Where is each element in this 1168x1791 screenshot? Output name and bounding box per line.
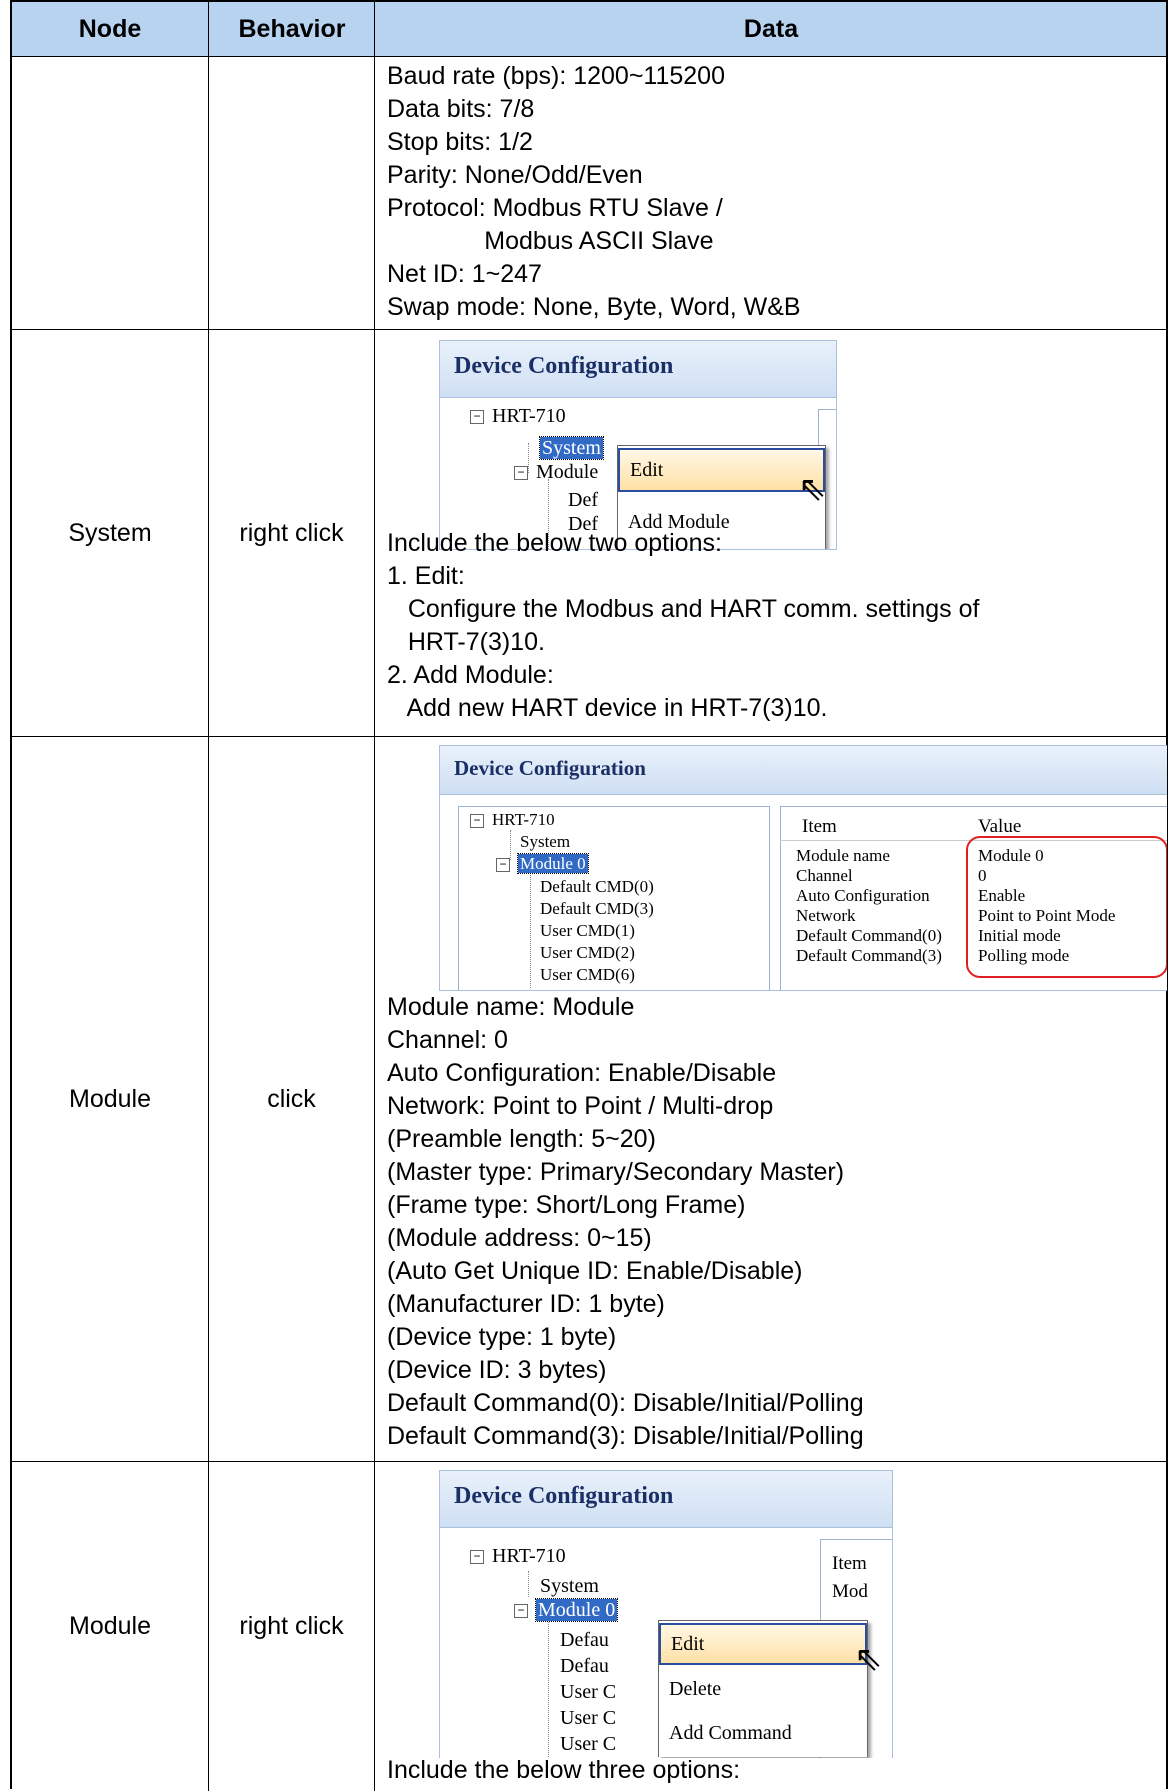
- tree-child[interactable]: User C: [560, 1733, 616, 1756]
- tree-child[interactable]: Default CMD(0): [540, 877, 654, 897]
- row3-line: (Manufacturer ID: 1 byte): [387, 1290, 665, 1318]
- header-data: Data: [743, 14, 799, 43]
- row3-line: (Auto Get Unique ID: Enable/Disable): [387, 1257, 803, 1285]
- row4-node: Module: [69, 1612, 151, 1640]
- row2-line: Include the below two options:: [387, 529, 722, 557]
- row1-line: Net ID: 1~247: [387, 260, 542, 288]
- module-properties-screenshot: Device Configuration − HRT-710 System − Mo…: [439, 745, 1167, 991]
- col-item-header: Item: [832, 1553, 867, 1574]
- row3-line: Network: Point to Point / Multi-drop: [387, 1092, 774, 1120]
- row1-line: Stop bits: 1/2: [387, 128, 533, 156]
- row4-data: Include the below three options:: [387, 1754, 740, 1787]
- row2-behavior: right click: [239, 518, 344, 547]
- prop-item: Mod: [832, 1581, 868, 1602]
- row2-line: 2. Add Module:: [387, 661, 554, 689]
- tree-child[interactable]: Def: [568, 489, 598, 512]
- row3-line: Channel: 0: [387, 1026, 508, 1054]
- menu-add-command[interactable]: Add Command: [659, 1713, 867, 1753]
- tree-child[interactable]: User C: [560, 1707, 616, 1730]
- tree-system[interactable]: System: [540, 1575, 599, 1598]
- collapse-icon[interactable]: −: [470, 1550, 484, 1565]
- tree-root[interactable]: − HRT-710: [470, 405, 566, 428]
- tree-root[interactable]: − HRT-710: [470, 810, 555, 830]
- row1-line: Data bits: 7/8: [387, 95, 535, 123]
- prop-item: Default Command(3): [796, 946, 942, 965]
- prop-item: Auto Configuration: [796, 886, 930, 905]
- table-header: Node Behavior Data: [12, 2, 1166, 56]
- col-value-header: Value: [978, 816, 1022, 837]
- collapse-icon[interactable]: −: [470, 814, 484, 829]
- prop-item: Network: [796, 906, 856, 925]
- mouse-cursor-icon: ⇖: [854, 1639, 883, 1679]
- row3-behavior: click: [267, 1084, 316, 1113]
- tree-child[interactable]: Defau: [560, 1655, 609, 1678]
- row1-data: Baud rate (bps): 1200~115200 Data bits: …: [387, 60, 801, 324]
- mouse-cursor-icon: ⇖: [798, 469, 827, 509]
- row4-line: Include the below three options:: [387, 1756, 741, 1784]
- tree-root[interactable]: − HRT-710: [470, 1545, 566, 1568]
- collapse-icon[interactable]: −: [470, 410, 484, 425]
- tree-child[interactable]: User CMD(6): [540, 965, 635, 985]
- tree-child[interactable]: Defau: [560, 1629, 609, 1652]
- row2-line: HRT-7(3)10.: [387, 628, 545, 656]
- row3-line: (Master type: Primary/Secondary Master): [387, 1158, 845, 1186]
- tree-child[interactable]: User CMD(2): [540, 943, 635, 963]
- device-tree: − HRT-710 System − Module 0 Default CMD(0)…: [440, 746, 770, 990]
- menu-edit[interactable]: Edit: [659, 1623, 867, 1665]
- row1-line: Modbus ASCII Slave: [387, 227, 714, 255]
- system-context-screenshot: Device Configuration − HRT-710 System − Mo…: [439, 340, 837, 550]
- tree-child[interactable]: User C: [560, 1681, 616, 1704]
- tree-child[interactable]: User CMD(1): [540, 921, 635, 941]
- row1-line: Baud rate (bps): 1200~115200: [387, 62, 725, 90]
- row4-behavior: right click: [239, 1612, 344, 1640]
- tree-child[interactable]: Default CMD(3): [540, 899, 654, 919]
- row3-line: (Preamble length: 5~20): [387, 1125, 656, 1153]
- row3-data: Module name: Module Channel: 0 Auto Conf…: [387, 991, 864, 1453]
- prop-item: Channel: [796, 866, 853, 885]
- row2-line: Add new HART device in HRT-7(3)10.: [387, 694, 828, 722]
- module-context-screenshot: Device Configuration Item Mod − HRT-710 S…: [439, 1470, 893, 1758]
- row2-line: Configure the Modbus and HART comm. sett…: [387, 595, 980, 623]
- collapse-icon[interactable]: −: [514, 466, 528, 481]
- context-menu: Edit Delete Add Command: [658, 1620, 868, 1757]
- row1-line: Swap mode: None, Byte, Word, W&B: [387, 293, 801, 321]
- tree-system[interactable]: System: [520, 832, 570, 852]
- row3-line: (Frame type: Short/Long Frame): [387, 1191, 746, 1219]
- collapse-icon[interactable]: −: [496, 858, 510, 873]
- header-behavior: Behavior: [238, 14, 346, 43]
- tree-module[interactable]: − Module 0: [514, 1598, 619, 1622]
- row3-line: (Device type: 1 byte): [387, 1323, 617, 1351]
- tree-module[interactable]: − Module 0: [496, 853, 589, 874]
- prop-item: Default Command(0): [796, 926, 942, 945]
- row2-line: 1. Edit:: [387, 562, 465, 590]
- header-node: Node: [78, 14, 142, 43]
- row3-line: Module name: Module: [387, 993, 635, 1021]
- row3-line: (Device ID: 3 bytes): [387, 1356, 607, 1384]
- row3-line: (Module address: 0~15): [387, 1224, 652, 1252]
- row2-node: System: [68, 518, 152, 547]
- menu-delete[interactable]: Delete: [659, 1669, 867, 1709]
- collapse-icon[interactable]: −: [514, 1604, 528, 1619]
- menu-edit[interactable]: Edit: [618, 448, 825, 492]
- config-table: Node Behavior Data Baud rate (bps): 1200…: [10, 0, 1168, 1791]
- row3-node: Module: [69, 1084, 151, 1113]
- row3-line: Auto Configuration: Enable/Disable: [387, 1059, 777, 1087]
- row1-line: Parity: None/Odd/Even: [387, 161, 643, 189]
- col-item-header: Item: [802, 816, 837, 837]
- row1-line: Protocol: Modbus RTU Slave /: [387, 194, 723, 222]
- highlight-ellipse: [966, 836, 1167, 978]
- prop-item: Module name: [796, 846, 890, 865]
- row3-line: Default Command(0): Disable/Initial/Poll…: [387, 1389, 864, 1417]
- row3-line: Default Command(3): Disable/Initial/Poll…: [387, 1422, 864, 1450]
- tree-module[interactable]: − Module: [514, 461, 598, 484]
- row2-data: Include the below two options: 1. Edit: …: [387, 527, 979, 725]
- tree-system[interactable]: System: [539, 436, 604, 460]
